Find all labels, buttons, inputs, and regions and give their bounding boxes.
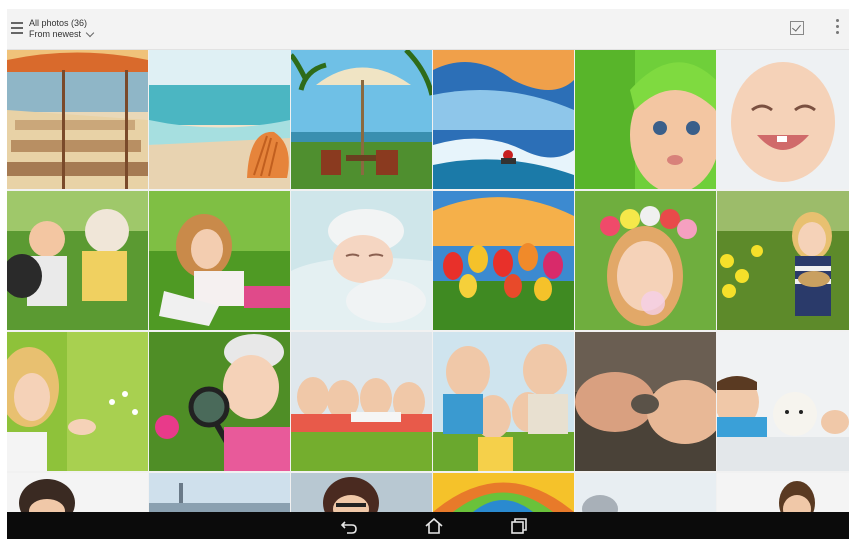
photo-tile[interactable] [575, 191, 716, 330]
photo-tile[interactable] [717, 50, 849, 189]
photo-tile[interactable] [7, 473, 148, 512]
hamburger-icon[interactable] [11, 22, 23, 34]
device-frame: All photos (36) From newest [0, 0, 854, 539]
photo-kids-with-dog [7, 191, 148, 330]
photo-tile[interactable] [433, 50, 574, 189]
photo-tile[interactable] [717, 332, 849, 471]
photo-tile[interactable] [291, 50, 432, 189]
photo-tile[interactable] [433, 191, 574, 330]
back-icon[interactable] [339, 516, 359, 536]
photo-resort-umbrella [291, 50, 432, 189]
gallery-app: All photos (36) From newest [7, 9, 849, 539]
photo-baby-green-towel [575, 50, 716, 189]
album-title: All photos (36) [29, 18, 88, 28]
photo-tile[interactable] [575, 473, 716, 512]
photo-tile[interactable] [7, 191, 148, 330]
photo-tile[interactable] [149, 332, 290, 471]
photo-tile[interactable] [7, 50, 148, 189]
photo-tile[interactable] [291, 191, 432, 330]
photo-tile[interactable] [149, 473, 290, 512]
recent-apps-icon[interactable] [509, 516, 529, 536]
photo-girl-daffodils [717, 191, 849, 330]
action-bar: All photos (36) From newest [7, 9, 849, 50]
photo-group-of-kids [433, 332, 574, 471]
photo-partial-6 [717, 473, 849, 512]
photo-tile[interactable] [149, 191, 290, 330]
photo-partial-5 [575, 473, 716, 512]
photo-partial-4 [433, 473, 574, 512]
photo-girl-dandelion [7, 332, 148, 471]
photo-tile[interactable] [575, 50, 716, 189]
photo-laughing-baby [717, 50, 849, 189]
select-check-icon[interactable] [790, 21, 804, 35]
home-icon[interactable] [424, 516, 444, 536]
chevron-down-icon [85, 28, 95, 38]
photo-girl-in-grass [149, 191, 290, 330]
photo-partial-1 [7, 473, 148, 512]
photo-tile[interactable] [433, 473, 574, 512]
photo-tile[interactable] [717, 473, 849, 512]
photo-partial-2 [149, 473, 290, 512]
photo-girl-flower-crown [575, 191, 716, 330]
photo-boy-magnifier [149, 332, 290, 471]
photo-beach-shell [149, 50, 290, 189]
photo-tile[interactable] [575, 332, 716, 471]
photo-tile[interactable] [291, 332, 432, 471]
system-nav-bar [7, 512, 849, 539]
photo-beach-lounge-chairs [7, 50, 148, 189]
sort-label: From newest [29, 29, 82, 39]
photo-tile[interactable] [291, 473, 432, 512]
sort-dropdown[interactable]: From newest [29, 28, 95, 40]
photo-tile[interactable] [717, 191, 849, 330]
photo-tulips-sunset [433, 191, 574, 330]
photo-boy-with-puppy [717, 332, 849, 471]
photo-tile[interactable] [149, 50, 290, 189]
photo-partial-3 [291, 473, 432, 512]
photo-hands-holding-stone [575, 332, 716, 471]
photo-tile[interactable] [433, 332, 574, 471]
photo-tile[interactable] [7, 332, 148, 471]
photo-sleeping-baby [291, 191, 432, 330]
more-vert-icon[interactable] [836, 19, 840, 37]
photo-jet-ski-wave [433, 50, 574, 189]
photo-grid [7, 50, 849, 512]
photo-kids-lying-grass [291, 332, 432, 471]
album-selector[interactable]: All photos (36) From newest [29, 18, 95, 40]
